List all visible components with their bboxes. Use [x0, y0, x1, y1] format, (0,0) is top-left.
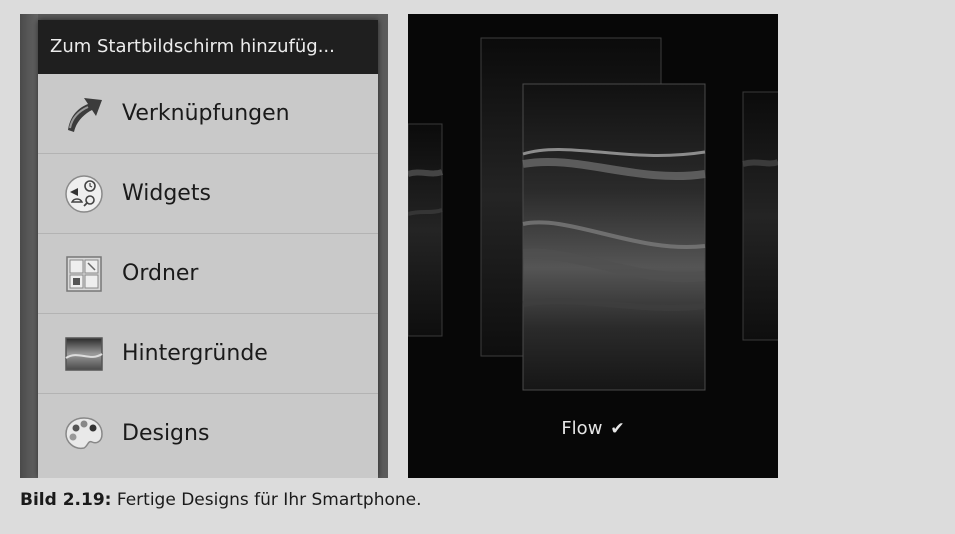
theme-card-next[interactable] [742, 91, 778, 341]
add-to-home-screen-screenshot: Zum Startbildschirm hinzufüg... Verknüpf… [20, 14, 388, 478]
widgets-icon [60, 170, 108, 218]
menu-item-wallpapers[interactable]: Hintergründe [38, 314, 378, 394]
menu-item-widgets[interactable]: Widgets [38, 154, 378, 234]
menu-item-folder[interactable]: Ordner [38, 234, 378, 314]
figure-caption: Bild 2.19: Fertige Designs für Ihr Smart… [20, 490, 422, 510]
theme-card-prev[interactable] [408, 123, 444, 337]
home-screen-background-right [378, 14, 388, 478]
caption-text: Fertige Designs für Ihr Smartphone. [111, 490, 422, 510]
theme-picker-screenshot: Flow ✔ [408, 14, 778, 478]
menu-item-label: Ordner [122, 261, 199, 286]
menu-item-label: Hintergründe [122, 341, 268, 366]
shortcut-arrow-icon [60, 90, 108, 138]
figure: Zum Startbildschirm hinzufüg... Verknüpf… [0, 0, 955, 534]
menu-item-label: Widgets [122, 181, 211, 206]
palette-icon [60, 410, 108, 458]
folder-grid-icon [60, 250, 108, 298]
menu-item-designs[interactable]: Designs [38, 394, 378, 473]
selected-theme-label: Flow ✔ [408, 418, 778, 439]
menu-item-label: Designs [122, 421, 210, 446]
theme-carousel [408, 37, 778, 391]
caption-label: Bild 2.19: [20, 490, 112, 510]
checkmark-icon: ✔ [610, 419, 625, 439]
menu-title: Zum Startbildschirm hinzufüg... [38, 20, 378, 74]
theme-name: Flow [561, 418, 603, 439]
home-screen-background [20, 14, 38, 478]
add-to-home-menu: Zum Startbildschirm hinzufüg... Verknüpf… [38, 20, 378, 478]
menu-item-shortcuts[interactable]: Verknüpfungen [38, 74, 378, 154]
theme-card-flow[interactable] [522, 83, 706, 391]
wallpaper-icon [60, 330, 108, 378]
menu-item-label: Verknüpfungen [122, 101, 290, 126]
